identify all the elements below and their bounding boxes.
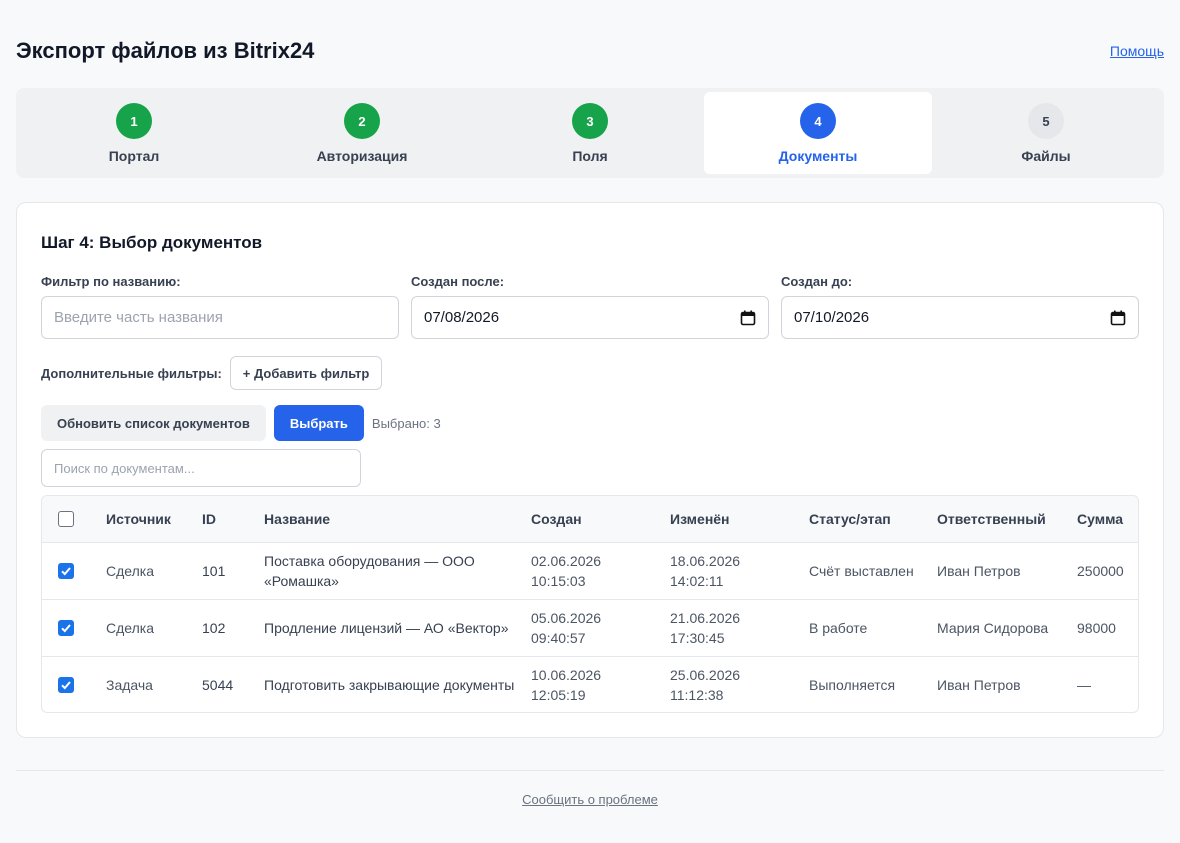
help-link[interactable]: Помощь: [1110, 43, 1164, 59]
selected-count: Выбрано: 3: [371, 415, 441, 431]
name-filter-placeholder: Введите часть названия: [54, 309, 223, 326]
table-row[interactable]: Сделка 102 Продление лицензий — АО «Вект…: [42, 599, 1138, 656]
card-title: Шаг 4: Выбор документов: [41, 233, 263, 252]
column-header[interactable]: Создан: [523, 496, 662, 542]
table-row[interactable]: Задача 5044 Подготовить закрывающие доку…: [42, 656, 1138, 712]
cell-status: Выполняется: [809, 676, 896, 693]
cell-owner: Иван Петров: [937, 562, 1021, 579]
report-problem-link[interactable]: Сообщить о проблеме: [522, 792, 658, 807]
select-button[interactable]: Выбрать: [273, 405, 364, 441]
cell-source: Задача: [106, 676, 153, 693]
created-before-value: 07/10/2026: [794, 309, 870, 326]
calendar-icon[interactable]: [740, 310, 756, 326]
row-checkbox[interactable]: [58, 676, 74, 693]
cell-owner: Иван Петров: [937, 676, 1021, 693]
cell-name: Поставка оборудования — ООО «Ромашка»: [264, 552, 475, 589]
page-title: Экспорт файлов из Bitrix24: [16, 38, 315, 63]
cell-name: Продление лицензий — АО «Вектор»: [264, 619, 509, 636]
refresh-documents-button[interactable]: Обновить список документов: [41, 405, 266, 441]
extra-filters-label: Дополнительные фильтры:: [41, 365, 222, 381]
calendar-icon[interactable]: [1110, 310, 1126, 326]
column-header[interactable]: Источник: [98, 496, 194, 542]
step-authorization[interactable]: 2 Авторизация: [248, 92, 476, 174]
checkmark-icon: [61, 623, 71, 632]
step-number: 1: [116, 103, 152, 139]
cell-status: В работе: [809, 619, 868, 636]
table-row[interactable]: Сделка 101 Поставка оборудования — ООО «…: [42, 542, 1138, 599]
created-after-input[interactable]: 07/08/2026: [411, 296, 769, 339]
cell-source: Сделка: [106, 619, 154, 636]
cell-sum: 250000: [1077, 562, 1124, 579]
step-number: 2: [344, 103, 380, 139]
column-header[interactable]: ID: [194, 496, 256, 542]
cell-modified: 25.06.2026 11:12:38: [670, 666, 741, 703]
name-filter-input[interactable]: Введите часть названия: [41, 296, 399, 339]
cell-sum: 98000: [1077, 619, 1116, 636]
cell-source: Сделка: [106, 562, 154, 579]
cell-modified: 21.06.2026 17:30:45: [670, 609, 741, 646]
documents-search-input[interactable]: Поиск по документам...: [41, 449, 361, 487]
column-header[interactable]: Статус/этап: [801, 496, 929, 542]
cell-id: 101: [202, 562, 226, 579]
search-placeholder: Поиск по документам...: [54, 460, 195, 476]
footer-divider: [16, 770, 1164, 771]
step-documents[interactable]: 4 Документы: [704, 92, 932, 174]
cell-status: Счёт выставлен: [809, 562, 914, 579]
wizard-stepper: 1 Портал 2 Авторизация 3 Поля 4 Документ…: [16, 88, 1164, 178]
add-filter-button[interactable]: + Добавить фильтр: [229, 356, 383, 390]
actions-row: Обновить список документов Выбрать Выбра…: [41, 405, 441, 441]
page-header: Экспорт файлов из Bitrix24 Помощь: [16, 34, 1164, 68]
step-label: Портал: [108, 148, 160, 164]
column-header[interactable]: Ответственный: [929, 496, 1069, 542]
step-label: Авторизация: [316, 148, 408, 164]
row-checkbox[interactable]: [58, 562, 74, 579]
row-checkbox[interactable]: [58, 619, 74, 636]
created-before-input[interactable]: 07/10/2026: [781, 296, 1139, 339]
column-header[interactable]: Название: [256, 496, 523, 542]
created-after-value: 07/08/2026: [424, 309, 500, 326]
cell-sum: —: [1077, 676, 1091, 693]
step-fields[interactable]: 3 Поля: [476, 92, 704, 174]
created-before-label: Создан до:: [781, 274, 853, 289]
column-header[interactable]: Сумма: [1069, 496, 1138, 542]
cell-modified: 18.06.2026 14:02:11: [670, 552, 741, 589]
step-label: Поля: [572, 148, 608, 164]
cell-owner: Мария Сидорова: [937, 619, 1049, 636]
step-files[interactable]: 5 Файлы: [932, 92, 1160, 174]
step-number: 3: [572, 103, 608, 139]
cell-id: 102: [202, 619, 226, 636]
step-label: Файлы: [1021, 148, 1071, 164]
step-label: Документы: [778, 148, 858, 164]
step-portal[interactable]: 1 Портал: [20, 92, 248, 174]
table-header-row: Источник ID Название Создан Изменён Стат…: [42, 496, 1138, 542]
created-after-label: Создан после:: [411, 274, 505, 289]
cell-created: 05.06.2026 09:40:57: [531, 609, 602, 646]
documents-table: Источник ID Название Создан Изменён Стат…: [41, 495, 1139, 713]
cell-created: 02.06.2026 10:15:03: [531, 552, 602, 589]
checkmark-icon: [61, 566, 71, 575]
cell-name: Подготовить закрывающие документы: [264, 676, 515, 693]
extra-filters-row: Дополнительные фильтры: + Добавить фильт…: [41, 356, 383, 390]
select-all-checkbox[interactable]: [58, 510, 74, 527]
documents-card: Шаг 4: Выбор документов Фильтр по назван…: [16, 202, 1164, 738]
step-number: 5: [1028, 103, 1064, 139]
step-number: 4: [800, 103, 836, 139]
checkmark-icon: [61, 681, 71, 690]
cell-created: 10.06.2026 12:05:19: [531, 666, 602, 703]
cell-id: 5044: [202, 676, 234, 693]
name-filter-label: Фильтр по названию:: [41, 274, 181, 289]
column-header[interactable]: Изменён: [662, 496, 801, 542]
